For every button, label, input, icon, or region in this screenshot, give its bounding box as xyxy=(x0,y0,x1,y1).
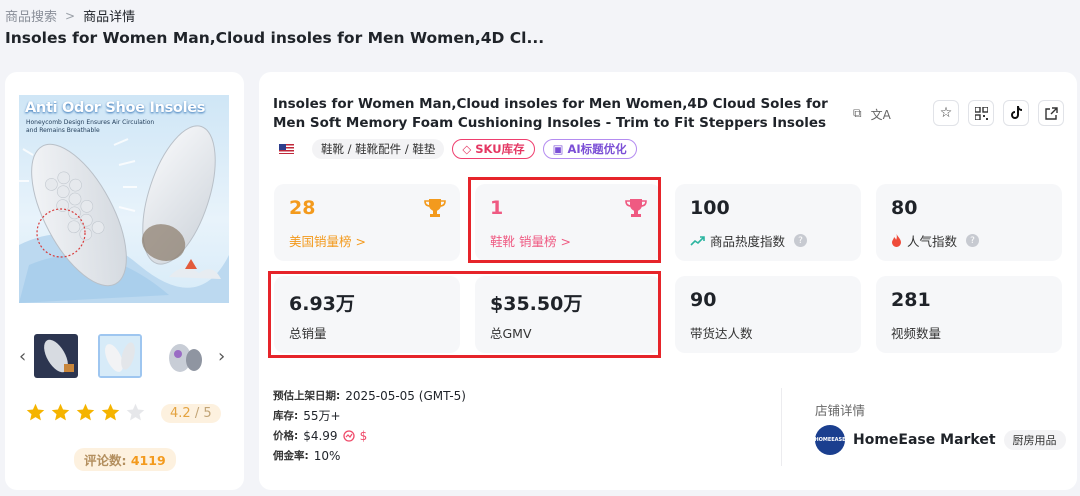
category-chip[interactable]: 鞋靴 / 鞋靴配件 / 鞋垫 xyxy=(312,139,445,159)
thumbnail-3[interactable] xyxy=(162,334,206,378)
fire-icon xyxy=(892,234,901,247)
tag-row: 鞋靴 / 鞋靴配件 / 鞋垫 ◇ SKU库存 ▣ AI标题优化 xyxy=(279,139,637,159)
tiktok-button[interactable] xyxy=(1003,100,1029,126)
divider xyxy=(781,388,782,466)
store-row[interactable]: HOMEEASE HomeEase Market 厨房用品 xyxy=(814,425,1066,455)
highlight-frame-sales xyxy=(268,271,661,358)
stat-popularity-index: 80 人气指数 ? xyxy=(876,184,1062,261)
rating-value: 4.2 xyxy=(170,406,191,421)
trophy-icon xyxy=(424,199,446,217)
creators-label: 带货达人数 xyxy=(690,326,753,341)
ai-icon: ▣ xyxy=(552,142,564,156)
help-icon[interactable]: ? xyxy=(966,234,980,247)
stock-value: 55万+ xyxy=(303,409,341,423)
breadcrumb-parent[interactable]: 商品搜索 xyxy=(5,6,57,25)
review-count-pill: 评论数: 4119 xyxy=(74,448,176,471)
commission-key: 佣金率: xyxy=(273,450,309,462)
breadcrumb-current: 商品详情 xyxy=(83,10,136,25)
heat-index-label: 商品热度指数 xyxy=(710,234,786,249)
ai-chip-label: AI标题优化 xyxy=(567,142,627,156)
us-rank-value: 28 xyxy=(289,197,316,219)
rating-badge: 4.2 / 5 xyxy=(161,404,221,423)
store-category-tag: 厨房用品 xyxy=(1003,430,1066,450)
launch-date-value: 2025-05-05 (GMT-5) xyxy=(345,389,466,403)
launch-date-row: 预估上架日期: 2025-05-05 (GMT-5) xyxy=(273,386,783,406)
store-name[interactable]: HomeEase Market xyxy=(853,432,996,448)
sku-chip-label: SKU库存 xyxy=(475,142,525,156)
launch-date-key: 预估上架日期: xyxy=(273,390,341,402)
stock-row: 库存: 55万+ xyxy=(273,406,783,426)
thumbnail-strip: ‹ › xyxy=(19,334,229,382)
star-icon xyxy=(51,403,70,421)
commission-row: 佣金率: 10% xyxy=(273,446,783,466)
translate-icon[interactable]: 文A xyxy=(871,106,891,123)
chevron-left-icon[interactable]: ‹ xyxy=(19,346,26,367)
price-row: 价格: $4.99 $ xyxy=(273,426,783,446)
product-media-card: Anti Odor Shoe Insoles Honeycomb Design … xyxy=(5,72,244,490)
action-buttons: ☆ xyxy=(933,100,1064,126)
price-value: $4.99 xyxy=(303,429,338,443)
commission-value: 10% xyxy=(313,449,341,463)
tiktok-icon xyxy=(1011,106,1022,119)
us-flag-icon xyxy=(279,144,294,154)
star-icon xyxy=(101,403,120,421)
store-logo: HOMEEASE xyxy=(814,425,846,455)
sku-stock-chip[interactable]: ◇ SKU库存 xyxy=(452,139,535,159)
thumbnail-2[interactable] xyxy=(98,334,142,378)
us-rank-label[interactable]: 美国销量榜 > xyxy=(289,231,366,250)
rating-stars xyxy=(25,402,146,423)
breadcrumb: 商品搜索 > 商品详情 xyxy=(5,6,136,26)
product-detail-card: Insoles for Women Man,Cloud insoles for … xyxy=(259,72,1077,490)
popularity-value: 80 xyxy=(891,197,918,219)
product-title: Insoles for Women Man,Cloud insoles for … xyxy=(273,96,828,131)
chevron-right-icon[interactable]: › xyxy=(218,346,225,367)
stat-us-rank[interactable]: 28 美国销量榜 > xyxy=(274,184,460,261)
image-subtitle: Honeycomb Design Ensures Air Circulation… xyxy=(26,119,155,134)
rating-max: / 5 xyxy=(194,406,212,421)
external-link-button[interactable] xyxy=(1038,100,1064,126)
copy-icon[interactable]: ⧉ xyxy=(853,106,862,123)
trend-up-icon xyxy=(690,235,705,246)
stat-videos: 281 视频数量 xyxy=(876,276,1062,353)
review-label: 评论数: xyxy=(84,453,127,468)
review-count: 4119 xyxy=(130,453,166,468)
store-section-label: 店铺详情 xyxy=(815,403,866,418)
popularity-label-row: 人气指数 ? xyxy=(891,231,980,250)
title-tools: ⧉ 文A xyxy=(853,106,891,123)
creators-value: 90 xyxy=(690,289,717,311)
product-info: 预估上架日期: 2025-05-05 (GMT-5) 库存: 55万+ 价格: … xyxy=(273,386,783,476)
popularity-label: 人气指数 xyxy=(907,234,958,249)
highlight-frame-category-rank xyxy=(468,177,661,263)
videos-label: 视频数量 xyxy=(891,326,942,341)
stat-heat-index: 100 商品热度指数 ? xyxy=(675,184,861,261)
tag-icon: ◇ xyxy=(462,142,472,156)
star-icon xyxy=(26,403,45,421)
external-link-icon xyxy=(1044,106,1058,120)
star-icon xyxy=(76,403,95,421)
thumbnail-1[interactable] xyxy=(34,334,78,378)
ai-title-chip[interactable]: ▣ AI标题优化 xyxy=(542,139,637,159)
page-title: Insoles for Women Man,Cloud insoles for … xyxy=(5,29,545,47)
stat-creators: 90 带货达人数 xyxy=(675,276,861,353)
videos-value: 281 xyxy=(891,289,931,311)
price-trend-icon[interactable] xyxy=(342,430,355,442)
qr-code-icon xyxy=(974,106,988,120)
star-icon xyxy=(126,403,145,421)
chevron-right-icon: > xyxy=(65,8,76,23)
help-icon[interactable]: ? xyxy=(794,234,808,247)
price-key: 价格: xyxy=(273,430,299,442)
heat-index-label-row: 商品热度指数 ? xyxy=(690,231,808,250)
image-headline: Anti Odor Shoe Insoles xyxy=(25,100,206,116)
stock-key: 库存: xyxy=(273,410,299,422)
dollar-icon[interactable]: $ xyxy=(360,426,368,446)
product-main-image[interactable]: Anti Odor Shoe Insoles Honeycomb Design … xyxy=(19,95,229,303)
heat-index-value: 100 xyxy=(690,197,730,219)
qr-code-button[interactable] xyxy=(968,100,994,126)
favorite-star-button[interactable]: ☆ xyxy=(933,100,959,126)
